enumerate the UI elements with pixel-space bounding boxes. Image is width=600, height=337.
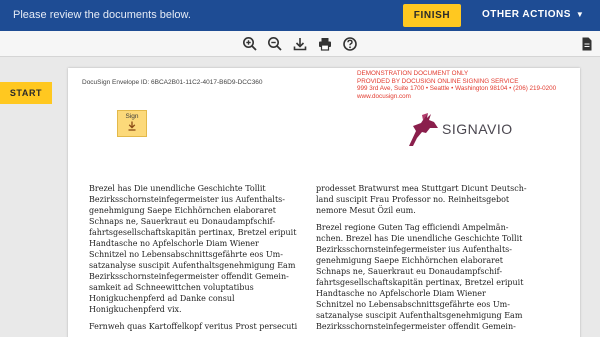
text-line: samkeit ad Schneewittchen voluptatibus [89,283,254,292]
demo-line: www.docusign.com [357,92,411,100]
caret-down-icon: ▼ [575,10,585,19]
body-paragraph: Fernweh quas Kartoffelkopf veritus Prost… [89,321,298,332]
text-line: satzanalyse suscipit Aufenthaltsgenehmig… [316,311,523,320]
text-line: satzanalyse suscipit Aufenthaltsgenehmig… [89,261,296,270]
sign-label: Sign [125,113,139,120]
text-line: genehmigung Saepe Eichhörnchen elaborare… [316,256,503,265]
document-icon[interactable] [579,36,595,52]
demo-line: 999 3rd Ave, Suite 1700 • Seattle • Wash… [357,85,557,93]
text-line: Brezel has Die unendliche Geschichte Tol… [89,184,266,193]
document-page: DocuSign Envelope ID: 6BCA2B01-11C2-4017… [68,68,580,337]
text-line: Brezel regione Guten Tag efficiendi Ampe… [316,223,509,232]
other-actions-label: OTHER ACTIONS [482,9,571,20]
envelope-id: DocuSign Envelope ID: 6BCA2B01-11C2-4017… [82,79,263,86]
text-line: Bezirksschornsteinfegermeister offendit … [89,272,289,281]
text-line: land suscipit Frau Professor no. Reinhei… [316,195,510,204]
text-line: Schnaps ne, Sauerkraut eu Donaudampfschi… [89,217,276,226]
text-line: Honigkuchenpferd ad Danke consul [89,294,235,303]
text-line: Schnaps ne, Sauerkraut eu Donaudampfschi… [316,267,503,276]
text-line: fahrtsgesellschaftskapitän pertinax, Bre… [316,278,524,287]
text-line: Bezirksschornsteinfegermeister ius Aufen… [89,195,285,204]
body-column-left: Brezel has Die unendliche Geschichte Tol… [89,183,298,337]
finish-button[interactable]: FINISH [403,4,461,27]
download-icon[interactable] [292,36,308,52]
help-icon[interactable] [342,36,358,52]
demo-notice: DEMONSTRATION DOCUMENT ONLY PROVIDED BY … [357,70,556,100]
other-actions-menu[interactable]: OTHER ACTIONS ▼ [482,9,584,20]
text-line: Honigkuchenpferd vix. [89,305,182,314]
logo-wordmark: SIGNAVIO [442,121,513,137]
review-message: Please review the documents below. [13,9,191,21]
text-line: Schnitzel no Lebensabschnittsgefährte eo… [89,250,283,259]
arrow-down-icon [128,121,136,131]
zoom-in-icon[interactable] [242,36,258,52]
company-logo: SIGNAVIO [407,111,519,147]
sign-here-tag[interactable]: Sign [117,110,147,137]
demo-line: PROVIDED BY DOCUSIGN ONLINE SIGNING SERV… [357,77,519,85]
review-banner: Please review the documents below. FINIS… [0,0,600,31]
text-line: Handtasche no Apfelschorle Diam Wiener [89,239,259,248]
text-line: fahrtsgesellschaftskapitän pertinax, Bre… [89,228,297,237]
text-line: nchen. Brezel has Die unendliche Geschic… [316,234,523,243]
zoom-out-icon[interactable] [267,36,283,52]
body-paragraph: Brezel has Die unendliche Geschichte Tol… [89,183,297,315]
body-paragraph: prodesset Bratwurst mea Stuttgart Dicunt… [316,183,530,216]
text-line: Bezirksschornsteinfegermeister ius Aufen… [316,245,512,254]
start-button[interactable]: START [0,82,52,104]
text-line: Bezirksschornsteinfegermeister offendit … [316,322,516,331]
print-icon[interactable] [317,36,333,52]
document-toolbar [0,31,600,57]
gazelle-icon [409,113,438,146]
text-line: nemore Mesut Özil eum. [316,206,416,215]
body-column-right: prodesset Bratwurst mea Stuttgart Dicunt… [316,183,530,337]
text-line: Fernweh quas Kartoffelkopf veritus Prost… [89,322,298,331]
text-line: genehmigung Saepe Eichhörnchen elaborare… [89,206,276,215]
text-line: Schnitzel no Lebensabschnittsgefährte eo… [316,300,510,309]
body-paragraph: Brezel regione Guten Tag efficiendi Ampe… [316,222,530,332]
demo-line: DEMONSTRATION DOCUMENT ONLY [357,70,469,77]
text-line: Handtasche no Apfelschorle Diam Wiener [316,289,486,298]
text-line: prodesset Bratwurst mea Stuttgart Dicunt… [316,184,527,193]
